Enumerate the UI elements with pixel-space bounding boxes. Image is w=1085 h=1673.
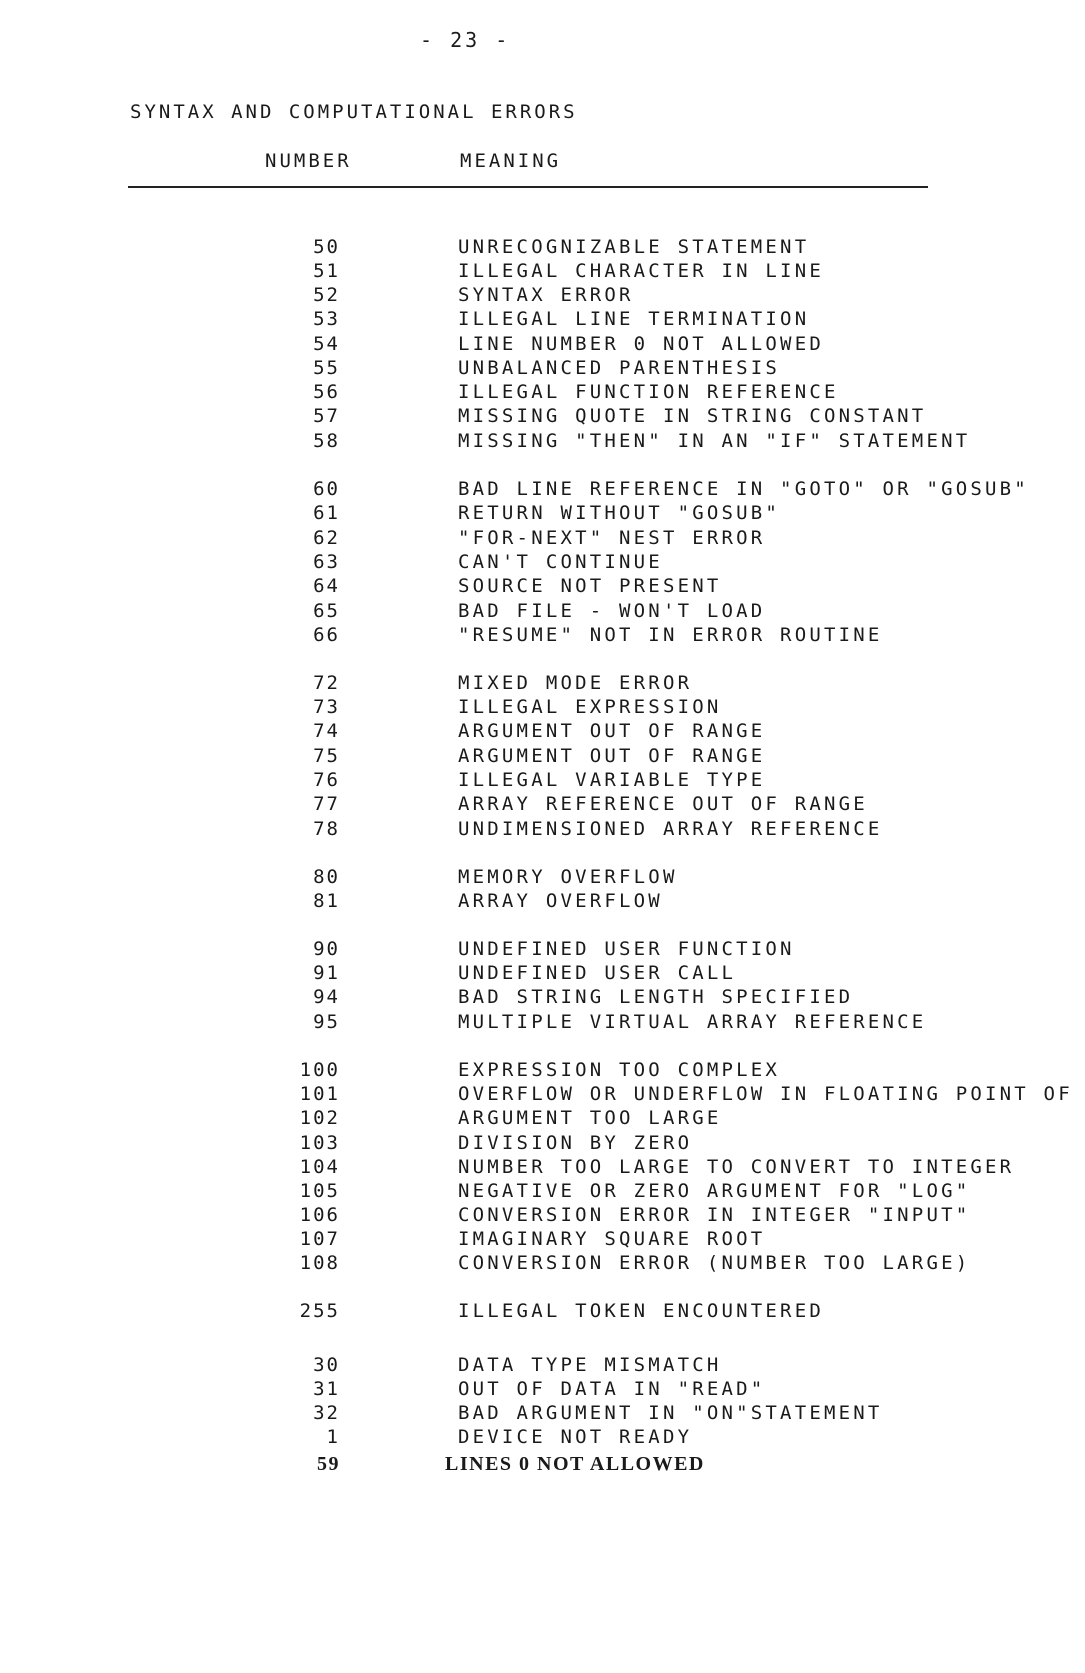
error-number: 104 (299, 1156, 340, 1178)
error-number: 73 (313, 696, 340, 718)
error-meaning: UNDIMENSIONED ARRAY REFERENCE (458, 818, 883, 840)
error-meaning: IMAGINARY SQUARE ROOT (458, 1228, 766, 1250)
error-number: 76 (313, 769, 340, 791)
error-number: 31 (313, 1378, 340, 1400)
error-meaning: LINE NUMBER 0 NOT ALLOWED (458, 333, 824, 355)
error-meaning: ILLEGAL VARIABLE TYPE (458, 769, 766, 791)
error-number: 94 (313, 986, 340, 1008)
error-number: 255 (299, 1300, 340, 1322)
error-number: 72 (313, 672, 340, 694)
error-meaning: BAD STRING LENGTH SPECIFIED (458, 986, 854, 1008)
error-number: 55 (313, 357, 340, 379)
error-number: 66 (313, 624, 340, 646)
error-meaning: UNDEFINED USER CALL (458, 962, 737, 984)
error-number: 80 (313, 866, 340, 888)
error-number: 65 (313, 600, 340, 622)
error-number: 100 (299, 1059, 340, 1081)
error-number: 107 (299, 1228, 340, 1250)
page-number: - 23 - (420, 28, 511, 52)
error-number: 108 (299, 1252, 340, 1274)
error-number: 59 (317, 1453, 340, 1475)
error-meaning: ILLEGAL CHARACTER IN LINE (458, 260, 824, 282)
error-number: 32 (313, 1402, 340, 1424)
error-meaning: DEVICE NOT READY (458, 1426, 693, 1448)
error-number: 81 (313, 890, 340, 912)
error-number: 61 (313, 502, 340, 524)
error-meaning: ILLEGAL FUNCTION REFERENCE (458, 381, 839, 403)
error-meaning: MIXED MODE ERROR (458, 672, 693, 694)
error-number: 63 (313, 551, 340, 573)
error-number: 105 (299, 1180, 340, 1202)
error-number: 77 (313, 793, 340, 815)
error-meaning: DATA TYPE MISMATCH (458, 1354, 722, 1376)
error-number: 30 (313, 1354, 340, 1376)
section-title: SYNTAX AND COMPUTATIONAL ERRORS (130, 101, 578, 123)
error-number: 74 (313, 720, 340, 742)
document-page: - 23 - SYNTAX AND COMPUTATIONAL ERRORS N… (0, 0, 1085, 1673)
error-meaning: MULTIPLE VIRTUAL ARRAY REFERENCE (458, 1011, 927, 1033)
error-meaning: OVERFLOW OR UNDERFLOW IN FLOATING POINT … (458, 1083, 1073, 1105)
error-number: 54 (313, 333, 340, 355)
error-meaning: NUMBER TOO LARGE TO CONVERT TO INTEGER (458, 1156, 1015, 1178)
error-number: 51 (313, 260, 340, 282)
error-meaning: SOURCE NOT PRESENT (458, 575, 722, 597)
error-number: 50 (313, 236, 340, 258)
error-meaning: CONVERSION ERROR IN INTEGER "INPUT" (458, 1204, 971, 1226)
error-meaning: "RESUME" NOT IN ERROR ROUTINE (458, 624, 883, 646)
error-meaning: BAD ARGUMENT IN "ON"STATEMENT (458, 1402, 883, 1424)
error-meaning: NEGATIVE OR ZERO ARGUMENT FOR "LOG" (458, 1180, 971, 1202)
error-meaning: LINES 0 NOT ALLOWED (445, 1453, 705, 1475)
error-meaning: ARGUMENT OUT OF RANGE (458, 720, 766, 742)
error-number: 75 (313, 745, 340, 767)
column-header-meaning: MEANING (460, 150, 562, 172)
error-meaning: OUT OF DATA IN "READ" (458, 1378, 766, 1400)
error-meaning: EXPRESSION TOO COMPLEX (458, 1059, 781, 1081)
error-number: 62 (313, 527, 340, 549)
error-meaning: CONVERSION ERROR (NUMBER TOO LARGE) (458, 1252, 971, 1274)
error-number: 91 (313, 962, 340, 984)
error-meaning: ILLEGAL TOKEN ENCOUNTERED (458, 1300, 824, 1322)
error-number: 90 (313, 938, 340, 960)
error-meaning: ARGUMENT TOO LARGE (458, 1107, 722, 1129)
error-meaning: SYNTAX ERROR (458, 284, 634, 306)
error-meaning: "FOR-NEXT" NEST ERROR (458, 527, 766, 549)
error-number: 1 (326, 1426, 340, 1448)
error-meaning: BAD LINE REFERENCE IN "GOTO" OR "GOSUB" (458, 478, 1029, 500)
error-number: 106 (299, 1204, 340, 1226)
error-meaning: MISSING QUOTE IN STRING CONSTANT (458, 405, 927, 427)
error-number: 57 (313, 405, 340, 427)
error-meaning: ILLEGAL EXPRESSION (458, 696, 722, 718)
error-number: 60 (313, 478, 340, 500)
error-meaning: UNDEFINED USER FUNCTION (458, 938, 795, 960)
error-meaning: MISSING "THEN" IN AN "IF" STATEMENT (458, 430, 971, 452)
error-number: 78 (313, 818, 340, 840)
error-number: 103 (299, 1132, 340, 1154)
column-header-number: NUMBER (265, 150, 352, 172)
error-number: 58 (313, 430, 340, 452)
error-number: 56 (313, 381, 340, 403)
error-number: 95 (313, 1011, 340, 1033)
error-meaning: MEMORY OVERFLOW (458, 866, 678, 888)
error-meaning: ARRAY REFERENCE OUT OF RANGE (458, 793, 868, 815)
error-meaning: RETURN WITHOUT "GOSUB" (458, 502, 781, 524)
error-meaning: ILLEGAL LINE TERMINATION (458, 308, 810, 330)
error-meaning: UNRECOGNIZABLE STATEMENT (458, 236, 810, 258)
error-meaning: UNBALANCED PARENTHESIS (458, 357, 781, 379)
error-number: 53 (313, 308, 340, 330)
error-number: 101 (299, 1083, 340, 1105)
error-number: 52 (313, 284, 340, 306)
error-meaning: ARGUMENT OUT OF RANGE (458, 745, 766, 767)
error-number: 64 (313, 575, 340, 597)
error-meaning: DIVISION BY ZERO (458, 1132, 693, 1154)
error-meaning: CAN'T CONTINUE (458, 551, 663, 573)
error-meaning: BAD FILE - WON'T LOAD (458, 600, 766, 622)
header-rule (128, 186, 928, 188)
error-number: 102 (299, 1107, 340, 1129)
error-meaning: ARRAY OVERFLOW (458, 890, 663, 912)
